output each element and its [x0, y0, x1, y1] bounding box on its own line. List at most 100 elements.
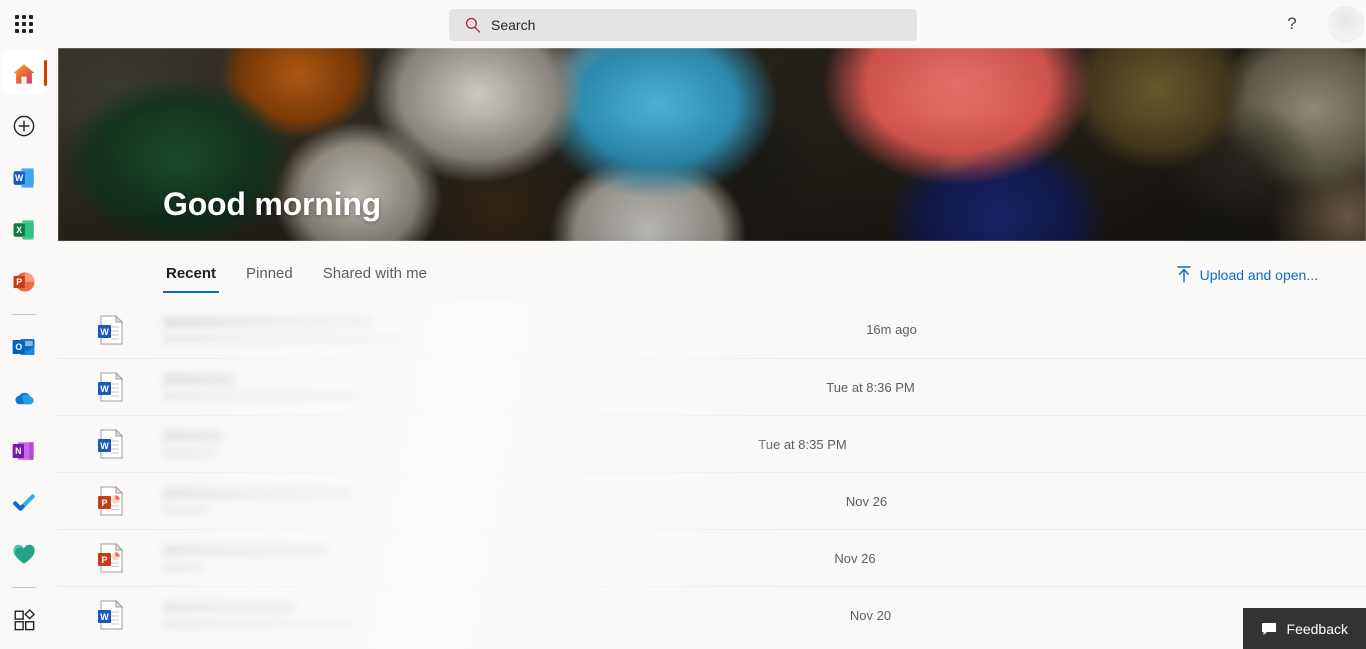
rail-divider-2: [12, 587, 36, 588]
svg-text:W: W: [15, 173, 24, 183]
rail-item-outlook[interactable]: O: [0, 321, 48, 373]
search-input[interactable]: [449, 9, 917, 41]
rail-item-home[interactable]: [0, 48, 48, 100]
rail-item-family[interactable]: [0, 529, 48, 581]
checkmark-icon: [13, 494, 35, 511]
file-modified-time: Tue at 8:35 PM: [758, 436, 847, 452]
upload-icon: [1176, 266, 1191, 283]
rail-item-todo[interactable]: [0, 477, 48, 529]
rail-item-apps[interactable]: [0, 594, 48, 646]
file-modified-time: Nov 26: [834, 550, 876, 566]
svg-text:W: W: [100, 612, 109, 622]
powerpoint-icon: P: [13, 272, 35, 292]
avatar[interactable]: [1328, 6, 1364, 42]
onenote-icon: N: [12, 442, 34, 460]
excel-icon: X: [13, 220, 34, 240]
svg-text:W: W: [100, 327, 109, 337]
feedback-button[interactable]: Feedback: [1242, 608, 1366, 649]
file-modified-time: Tue at 8:36 PM: [826, 379, 915, 395]
tab-pinned[interactable]: Pinned: [243, 265, 296, 293]
rail-item-onedrive[interactable]: [0, 373, 48, 425]
table-row[interactable]: W Nov 20: [58, 586, 1366, 643]
home-icon: [13, 64, 35, 84]
svg-text:P: P: [101, 555, 107, 565]
table-row[interactable]: W Tue at 8:35 PM: [58, 415, 1366, 472]
file-icon-cell: P: [58, 543, 163, 573]
table-row[interactable]: W Tue at 8:36 PM: [58, 358, 1366, 415]
app-launcher-button[interactable]: [0, 0, 48, 48]
file-name-cell: [163, 602, 721, 628]
svg-text:N: N: [15, 446, 21, 456]
table-row[interactable]: W 16m ago: [58, 301, 1366, 358]
search-container: [449, 9, 917, 41]
feedback-label: Feedback: [1286, 620, 1348, 637]
powerpoint-doc-icon: P: [97, 543, 123, 573]
rail-item-excel[interactable]: X: [0, 204, 48, 256]
file-modified-time: Nov 20: [849, 607, 892, 623]
speech-bubble-icon: [1261, 622, 1276, 635]
file-name-redacted: [163, 374, 235, 385]
main-content: Recent Pinned Shared with me Upload and …: [58, 241, 1366, 649]
file-subtitle-redacted: [163, 506, 207, 514]
apps-icon: [14, 608, 36, 631]
rail-divider-1: [12, 314, 36, 315]
word-doc-icon: W: [97, 372, 123, 402]
file-modified-time: 16m ago: [866, 322, 917, 337]
rail-item-create[interactable]: [0, 100, 48, 152]
file-modified-time: Nov 26: [845, 493, 888, 509]
upload-and-open-label: Upload and open...: [1199, 266, 1318, 283]
file-subtitle-redacted: [163, 563, 203, 571]
file-name-redacted: [163, 431, 223, 442]
file-name-redacted: [163, 488, 351, 499]
svg-text:W: W: [100, 441, 109, 451]
svg-text:P: P: [101, 498, 107, 508]
file-name-redacted: [163, 602, 295, 613]
file-name-cell: [163, 374, 721, 400]
svg-text:O: O: [15, 342, 22, 352]
onedrive-icon: [15, 392, 34, 405]
table-row[interactable]: P Nov 26: [58, 472, 1366, 529]
powerpoint-doc-icon: P: [97, 486, 123, 516]
greeting-title: Good morning: [163, 186, 382, 222]
tab-list: Recent Pinned Shared with me: [163, 265, 430, 293]
word-icon: W: [13, 168, 34, 188]
rail-item-onenote[interactable]: N: [0, 425, 48, 477]
file-icon-cell: P: [58, 486, 163, 516]
rail-item-powerpoint[interactable]: P: [0, 256, 48, 308]
file-name-redacted: [163, 316, 373, 328]
file-name-cell: [163, 545, 705, 571]
file-name-cell: [163, 316, 742, 343]
left-rail: W X P O N: [0, 48, 48, 649]
svg-text:W: W: [100, 384, 109, 394]
file-icon-cell: W: [58, 600, 163, 630]
file-icon-cell: W: [58, 429, 163, 459]
file-subtitle-redacted: [163, 334, 401, 343]
file-subtitle-redacted: [163, 620, 359, 628]
svg-text:X: X: [16, 225, 22, 235]
file-icon-cell: W: [58, 372, 163, 402]
file-subtitle-redacted: [163, 449, 217, 457]
upload-and-open-button[interactable]: Upload and open...: [1176, 266, 1318, 283]
rail-item-word[interactable]: W: [0, 152, 48, 204]
outlook-icon: O: [12, 339, 35, 355]
waffle-icon: [15, 15, 33, 33]
file-subtitle-redacted: [163, 392, 359, 400]
hero-banner: Good morning: [58, 48, 1366, 241]
table-row[interactable]: P Nov 26: [58, 529, 1366, 586]
tab-shared-with-me[interactable]: Shared with me: [320, 265, 430, 293]
heart-icon: [13, 544, 35, 564]
file-name-cell: [163, 431, 653, 457]
file-name-redacted: [163, 545, 328, 556]
tab-recent[interactable]: Recent: [163, 265, 220, 293]
file-icon-cell: W: [58, 314, 163, 345]
avatar-image: [1329, 7, 1363, 41]
help-button[interactable]: ?: [1268, 0, 1316, 48]
top-header: ?: [0, 0, 1366, 48]
word-doc-icon: W: [97, 600, 123, 630]
word-doc-icon: W: [97, 429, 123, 459]
recent-files-list: W 16m ago W Tue at 8:36 PM W Tue at 8:35…: [58, 301, 1366, 643]
word-doc-icon: W: [97, 314, 123, 344]
plus-circle-icon: [13, 115, 35, 137]
file-name-cell: [163, 488, 717, 514]
help-icon: ?: [1287, 14, 1297, 33]
